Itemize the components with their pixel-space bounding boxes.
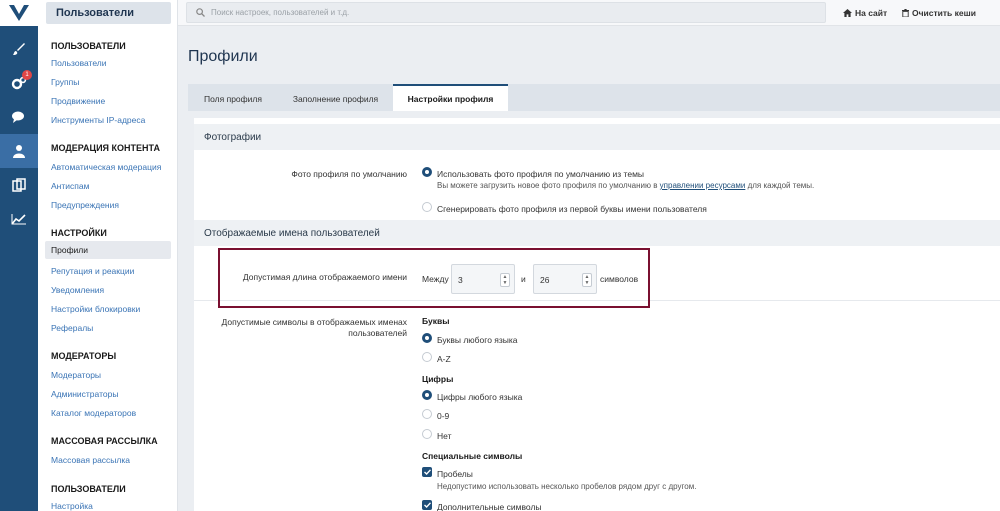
default-photo-label: Фото профиля по умолчанию bbox=[291, 169, 407, 179]
spaces-hint: Недопустимо использовать несколько пробе… bbox=[437, 482, 697, 491]
sidebar-item-referrals[interactable]: Рефералы bbox=[51, 323, 93, 333]
checkbox-spaces[interactable] bbox=[422, 467, 432, 477]
option-extra-chars: Дополнительные символы bbox=[437, 502, 542, 511]
special-heading: Специальные символы bbox=[422, 451, 523, 461]
to-site-link[interactable]: На сайт bbox=[843, 8, 887, 18]
sidebar-item-warnings[interactable]: Предупреждения bbox=[51, 200, 119, 210]
sidebar-item-reputation[interactable]: Репутация и реакции bbox=[51, 266, 134, 276]
allowed-chars-label: Допустимые символы в отображаемых именах… bbox=[221, 317, 407, 338]
tab-profile-fields[interactable]: Поля профиля bbox=[188, 84, 278, 111]
icon-rail: 1 bbox=[0, 0, 38, 511]
sidebar-item-notifications[interactable]: Уведомления bbox=[51, 285, 104, 295]
clear-cache-button[interactable]: Очистить кеши bbox=[902, 8, 976, 18]
users-icon[interactable] bbox=[0, 134, 38, 168]
checkmark-icon bbox=[423, 502, 431, 508]
sidebar-section-users: ПОЛЬЗОВАТЕЛИ bbox=[51, 41, 126, 51]
top-bar: На сайт Очистить кеши bbox=[178, 0, 1000, 26]
sidebar: Пользователи ПОЛЬЗОВАТЕЛИ Пользователи Г… bbox=[38, 0, 178, 511]
letters-heading: Буквы bbox=[422, 316, 450, 326]
search-box bbox=[186, 2, 826, 23]
pages-icon[interactable] bbox=[0, 168, 38, 202]
sidebar-item-promotion[interactable]: Продвижение bbox=[51, 96, 105, 106]
sidebar-item-moderator-catalog[interactable]: Каталог модераторов bbox=[51, 408, 136, 418]
clear-cache-label: Очистить кеши bbox=[912, 8, 976, 18]
resources-link[interactable]: управлении ресурсами bbox=[660, 181, 746, 190]
page-title: Профили bbox=[188, 48, 258, 65]
option-letters-az: A-Z bbox=[437, 354, 451, 364]
chart-icon[interactable] bbox=[0, 202, 38, 236]
radio-letters-az[interactable] bbox=[422, 352, 432, 362]
sidebar-item-antispam[interactable]: Антиспам bbox=[51, 181, 89, 191]
radio-letter-photo[interactable] bbox=[422, 202, 432, 212]
radio-digits-any[interactable] bbox=[422, 390, 432, 400]
option-letter-photo: Сгенерировать фото профиля из первой бук… bbox=[437, 204, 707, 214]
logo-icon[interactable] bbox=[0, 0, 38, 26]
home-icon bbox=[843, 9, 852, 17]
sidebar-item-auto-moderation[interactable]: Автоматическая модерация bbox=[51, 162, 161, 172]
theme-photo-hint: Вы можете загрузить новое фото профиля п… bbox=[437, 181, 815, 190]
sidebar-section-mass-mail: МАССОВАЯ РАССЫЛКА bbox=[51, 436, 158, 446]
option-digits-none: Нет bbox=[437, 431, 452, 441]
sidebar-item-mass-mail[interactable]: Массовая рассылка bbox=[51, 455, 130, 465]
radio-letters-any[interactable] bbox=[422, 333, 432, 343]
sidebar-item-admins[interactable]: Администраторы bbox=[51, 389, 118, 399]
sidebar-section-moderators: МОДЕРАТОРЫ bbox=[51, 351, 117, 361]
sidebar-section-users-2: ПОЛЬЗОВАТЕЛИ bbox=[51, 484, 126, 494]
option-digits-any: Цифры любого языка bbox=[437, 392, 523, 402]
radio-digits-none[interactable] bbox=[422, 429, 432, 439]
highlight-frame bbox=[218, 248, 650, 308]
sidebar-item-ban-settings[interactable]: Настройки блокировки bbox=[51, 304, 140, 314]
tab-bar: Поля профиля Заполнение профиля Настройк… bbox=[188, 84, 1000, 111]
sidebar-item-moderators[interactable]: Модераторы bbox=[51, 370, 101, 380]
display-names-heading: Отображаемые имена пользователей bbox=[194, 220, 1000, 246]
checkbox-extra-chars[interactable] bbox=[422, 500, 432, 510]
checkmark-icon bbox=[423, 469, 431, 475]
option-digits-09: 0-9 bbox=[437, 411, 450, 421]
radio-digits-09[interactable] bbox=[422, 409, 432, 419]
sidebar-item-profiles[interactable]: Профили bbox=[45, 241, 171, 259]
option-theme-photo: Использовать фото профиля по умолчанию и… bbox=[437, 169, 645, 179]
sidebar-header: Пользователи bbox=[46, 2, 171, 24]
notification-badge: 1 bbox=[22, 70, 32, 80]
brush-icon[interactable] bbox=[0, 32, 38, 66]
search-input[interactable] bbox=[211, 6, 811, 19]
tab-profile-filling[interactable]: Заполнение профиля bbox=[278, 84, 393, 111]
settings-panel: Фотографии Фото профиля по умолчанию Исп… bbox=[194, 118, 1000, 511]
sidebar-section-settings: НАСТРОЙКИ bbox=[51, 228, 107, 238]
sidebar-section-moderation: МОДЕРАЦИЯ КОНТЕНТА bbox=[51, 143, 160, 153]
sidebar-item-users[interactable]: Пользователи bbox=[51, 58, 106, 68]
trash-icon bbox=[902, 9, 909, 17]
photos-heading: Фотографии bbox=[194, 124, 1000, 150]
to-site-label: На сайт bbox=[855, 8, 888, 18]
radio-theme-photo[interactable] bbox=[422, 167, 432, 177]
digits-heading: Цифры bbox=[422, 374, 454, 384]
sidebar-item-setup[interactable]: Настройка bbox=[51, 501, 93, 511]
option-spaces: Пробелы bbox=[437, 469, 473, 479]
sidebar-item-ip-tools[interactable]: Инструменты IP-адреса bbox=[51, 115, 145, 125]
chat-icon[interactable] bbox=[0, 100, 38, 134]
sidebar-item-groups[interactable]: Группы bbox=[51, 77, 79, 87]
tab-profile-settings[interactable]: Настройки профиля bbox=[393, 84, 508, 111]
gears-icon[interactable]: 1 bbox=[0, 66, 38, 100]
search-icon bbox=[196, 8, 205, 19]
option-letters-any: Буквы любого языка bbox=[437, 335, 518, 345]
